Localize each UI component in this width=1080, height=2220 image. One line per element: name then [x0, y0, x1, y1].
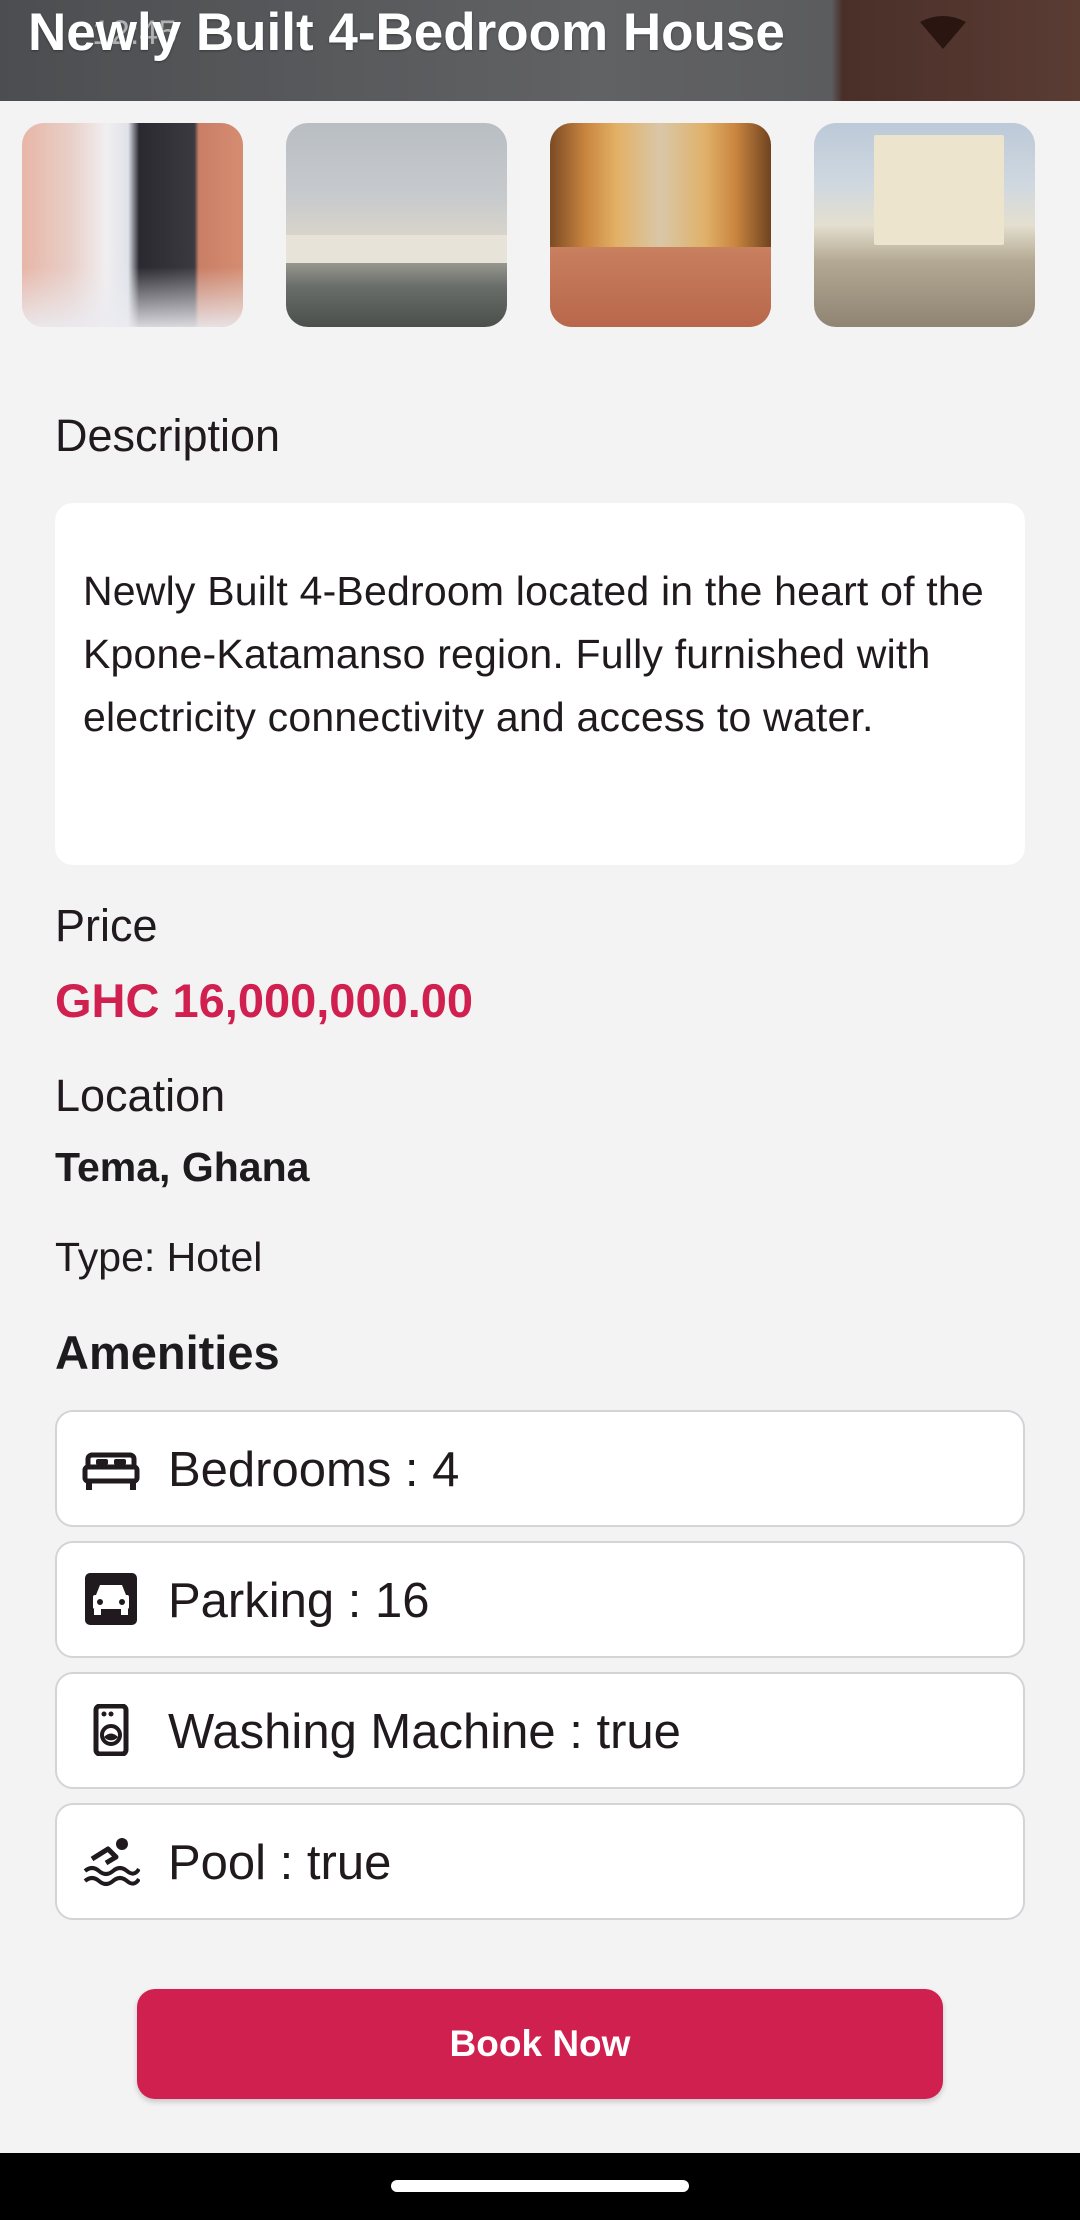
home-indicator[interactable] [391, 2180, 689, 2192]
image-gallery [22, 123, 1080, 327]
property-details-screen: 12:45 Newly Built 4-Bedroom House Descri… [0, 0, 1080, 2220]
gallery-thumbnail[interactable] [814, 123, 1035, 327]
description-card: Newly Built 4-Bedroom located in the hea… [55, 503, 1025, 865]
description-label: Description [55, 410, 281, 461]
gallery-thumbnail[interactable] [22, 123, 243, 327]
amenity-parking: Parking : 16 [55, 1541, 1025, 1658]
location-label: Location [55, 1070, 226, 1121]
amenities-heading: Amenities [55, 1326, 280, 1379]
amenity-label: Pool : true [168, 1836, 392, 1890]
system-navigation-bar [0, 2153, 1080, 2220]
bed-icon [82, 1452, 140, 1490]
price-label: Price [55, 900, 158, 951]
amenity-label: Washing Machine : true [168, 1705, 681, 1759]
amenity-washing-machine: Washing Machine : true [55, 1672, 1025, 1789]
description-text: Newly Built 4-Bedroom located in the hea… [83, 568, 984, 740]
amenity-label: Parking : 16 [168, 1574, 430, 1628]
car-icon [85, 1573, 137, 1625]
app-bar: 12:45 Newly Built 4-Bedroom House [0, 0, 1080, 101]
property-type: Type: Hotel [55, 1234, 263, 1280]
pool-icon [83, 1838, 140, 1886]
amenity-label: Bedrooms : 4 [168, 1443, 460, 1497]
book-now-button[interactable]: Book Now [137, 1989, 943, 2099]
page-title: Newly Built 4-Bedroom House [28, 3, 785, 62]
wifi-icon [920, 16, 966, 49]
gallery-thumbnail[interactable] [550, 123, 771, 327]
location-value: Tema, Ghana [55, 1144, 310, 1190]
gallery-thumbnail[interactable] [286, 123, 507, 327]
amenity-pool: Pool : true [55, 1803, 1025, 1920]
price-value: GHC 16,000,000.00 [55, 974, 474, 1027]
amenity-bedrooms: Bedrooms : 4 [55, 1410, 1025, 1527]
washing-machine-icon [93, 1704, 129, 1756]
